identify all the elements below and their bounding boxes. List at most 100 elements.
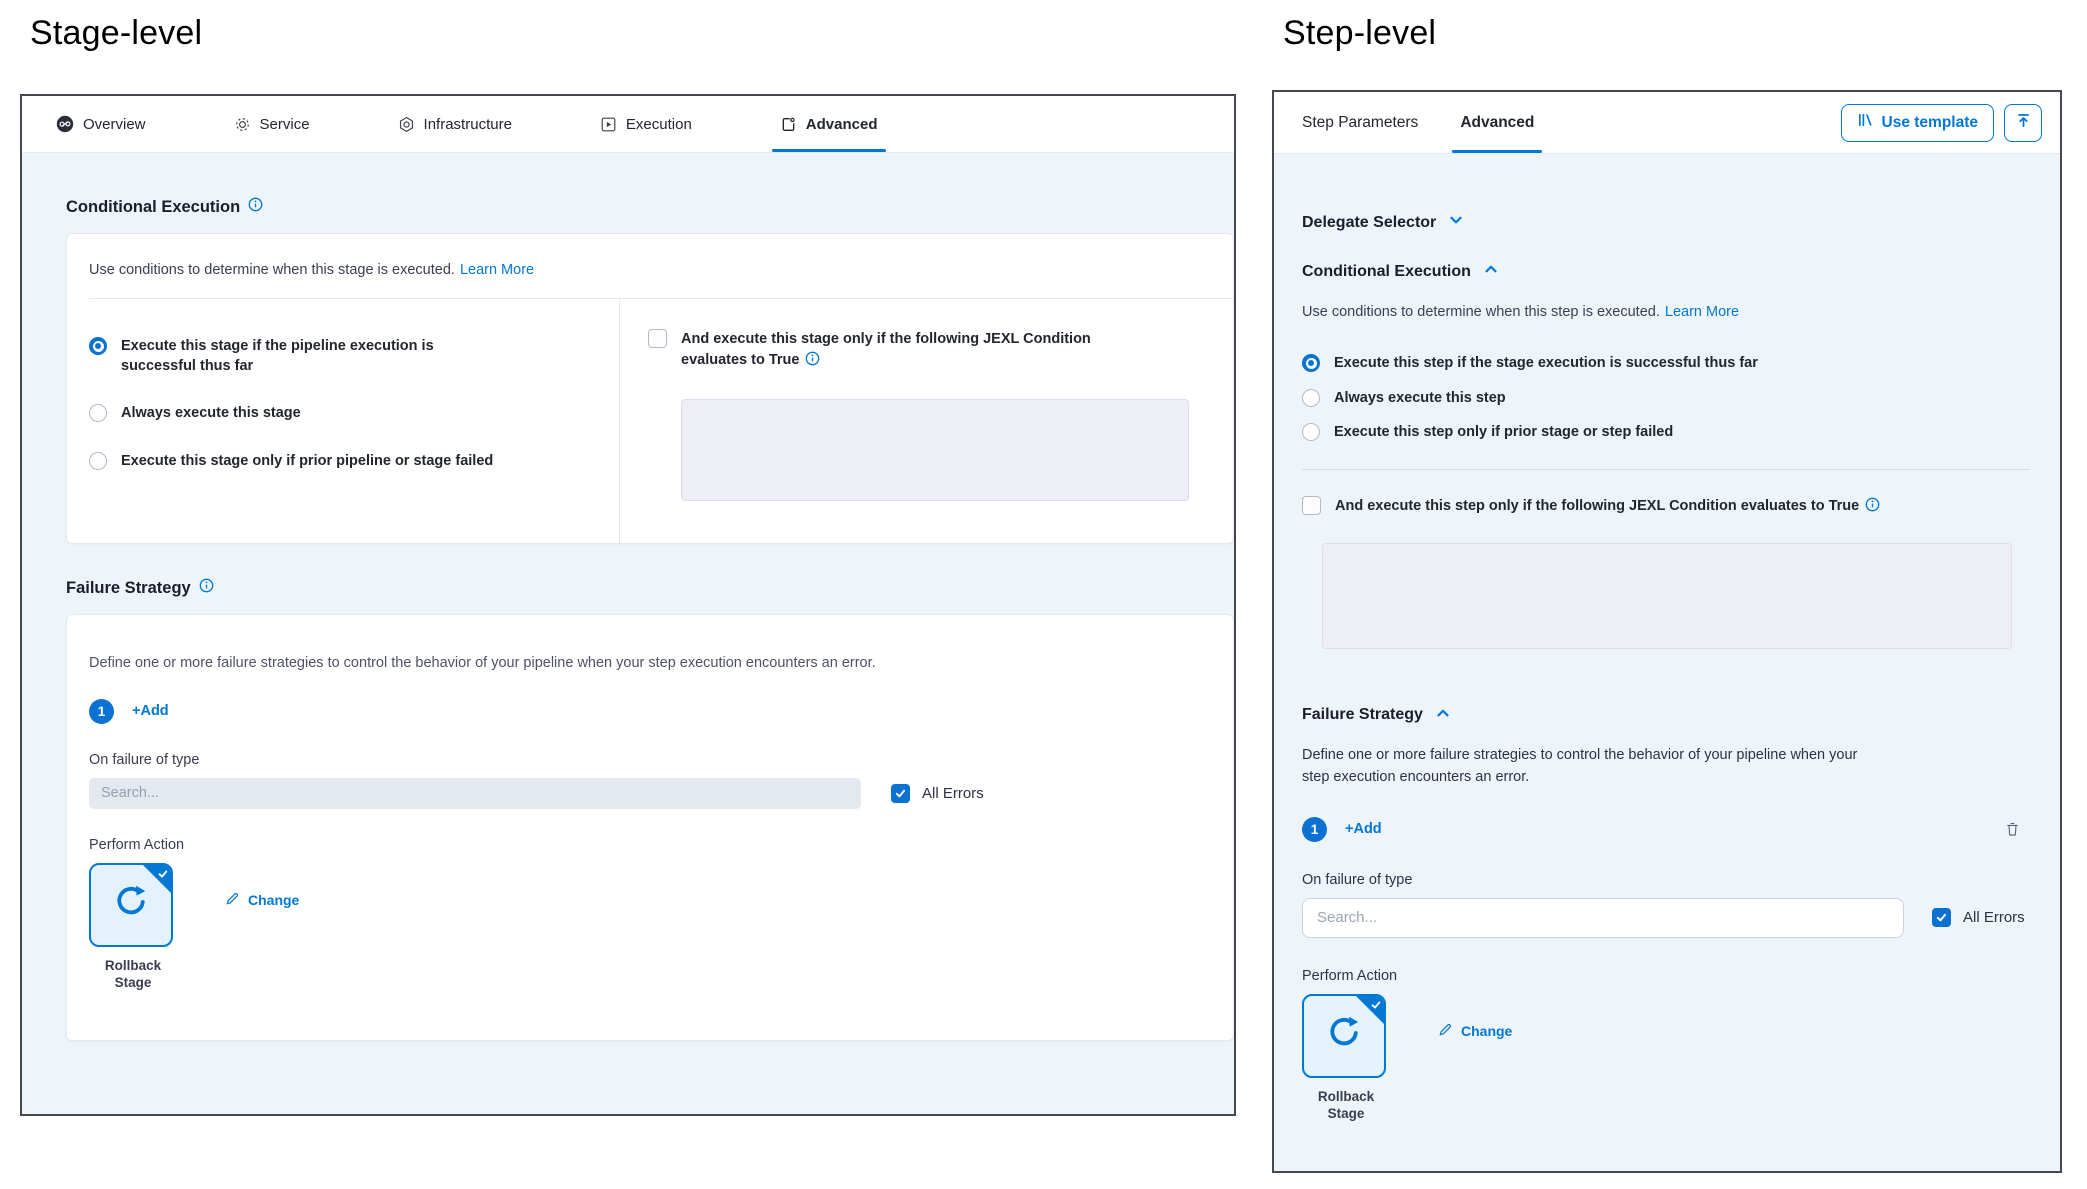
on-failure-label: On failure of type (1302, 872, 2030, 888)
tab-execution[interactable]: Execution (600, 96, 692, 152)
chevron-up-icon[interactable] (1483, 261, 1499, 282)
tab-label: Overview (83, 116, 146, 133)
overview-icon (56, 115, 74, 133)
pencil-icon (225, 891, 240, 909)
add-strategy-link[interactable]: +Add (132, 703, 169, 719)
radio-option-prior-failed[interactable]: Execute this step only if prior stage or… (1302, 423, 2030, 443)
radio-unselected[interactable] (1302, 389, 1320, 407)
selected-check-icon (157, 867, 169, 885)
info-icon[interactable] (805, 351, 820, 373)
jexl-condition-input[interactable] (681, 399, 1189, 501)
jexl-condition-checkbox-row[interactable]: And execute this step only if the follow… (1302, 496, 2030, 519)
all-errors-label[interactable]: All Errors (1963, 909, 2025, 926)
execution-condition-radio-group: Execute this step if the stage execution… (1302, 354, 2030, 443)
failure-strategy-heading: Failure Strategy (66, 578, 1190, 598)
tab-advanced[interactable]: Advanced (780, 96, 878, 152)
checkbox-checked[interactable] (1932, 908, 1951, 927)
radio-label[interactable]: Execute this stage only if prior pipelin… (121, 452, 493, 472)
checkbox-checked[interactable] (891, 784, 910, 803)
conditional-execution-description: Use conditions to determine when this st… (1302, 304, 1660, 320)
jexl-condition-input[interactable] (1322, 543, 2012, 649)
tab-infrastructure[interactable]: Infrastructure (398, 96, 512, 152)
canvas: Stage-level Step-level Overview Service (0, 0, 2087, 1189)
radio-selected[interactable] (1302, 354, 1320, 372)
tab-label: Advanced (1460, 114, 1534, 132)
execution-condition-radio-group: Execute this stage if the pipeline execu… (67, 299, 619, 543)
advanced-icon (780, 116, 797, 133)
trash-icon (2005, 821, 2020, 837)
all-errors-checkbox-row[interactable]: All Errors (891, 784, 984, 803)
radio-option-always-execute[interactable]: Always execute this stage (89, 404, 619, 424)
radio-selected[interactable] (89, 337, 107, 355)
infrastructure-icon (398, 116, 415, 133)
radio-label[interactable]: Execute this step if the stage execution… (1334, 354, 1758, 374)
add-strategy-link[interactable]: +Add (1345, 821, 1382, 837)
check-icon (894, 787, 907, 800)
jexl-condition-checkbox-row[interactable]: And execute this stage only if the follo… (648, 329, 1203, 373)
strategy-count-badge[interactable]: 1 (1302, 817, 1327, 842)
tab-overview[interactable]: Overview (56, 96, 146, 152)
stage-panel: Overview Service Infrastructure Executio… (20, 94, 1236, 1116)
step-level-title: Step-level (1283, 14, 1436, 53)
radio-label[interactable]: Execute this step only if prior stage or… (1334, 423, 1673, 443)
stage-panel-body: Conditional Execution Use conditions to … (22, 153, 1234, 1114)
failure-type-search-input[interactable] (1302, 898, 1904, 938)
radio-unselected[interactable] (1302, 423, 1320, 441)
radio-option-prior-failed[interactable]: Execute this stage only if prior pipelin… (89, 452, 619, 472)
failure-strategy-description: Define one or more failure strategies to… (89, 653, 1233, 675)
radio-label[interactable]: Always execute this step (1334, 389, 1506, 409)
learn-more-link[interactable]: Learn More (460, 262, 534, 278)
perform-action-label: Perform Action (1302, 968, 2030, 984)
radio-option-pipeline-successful[interactable]: Execute this stage if the pipeline execu… (89, 337, 619, 376)
tab-advanced[interactable]: Advanced (1460, 92, 1534, 153)
change-action-link[interactable]: Change (1438, 1022, 1512, 1040)
all-errors-checkbox-row[interactable]: All Errors (1932, 908, 2025, 927)
info-icon[interactable] (199, 578, 214, 598)
tab-service[interactable]: Service (234, 96, 310, 152)
conditional-execution-header[interactable]: Conditional Execution (1302, 261, 2030, 282)
rollback-stage-tile[interactable] (89, 863, 173, 947)
strategy-count-badge[interactable]: 1 (89, 699, 114, 724)
learn-more-link[interactable]: Learn More (1665, 304, 1739, 320)
delete-strategy-button[interactable] (2005, 821, 2020, 837)
failure-type-search-input[interactable] (89, 778, 861, 809)
rollback-icon (111, 882, 151, 927)
conditional-execution-heading: Conditional Execution (66, 197, 1190, 217)
radio-unselected[interactable] (89, 452, 107, 470)
radio-option-always-execute[interactable]: Always execute this step (1302, 389, 2030, 409)
failure-strategy-header[interactable]: Failure Strategy (1302, 705, 2030, 726)
step-tabbar: Step Parameters Advanced Use template (1274, 92, 2060, 154)
execution-icon (600, 116, 617, 133)
tab-label: Service (260, 116, 310, 133)
step-panel-body: Delegate Selector Conditional Execution … (1274, 154, 2060, 1171)
change-action-link[interactable]: Change (225, 891, 299, 909)
jexl-condition-label[interactable]: And execute this step only if the follow… (1335, 498, 1859, 514)
upload-button[interactable] (2004, 104, 2042, 142)
use-template-button[interactable]: Use template (1841, 104, 1994, 142)
delegate-selector-header[interactable]: Delegate Selector (1302, 212, 2030, 233)
failure-strategy-card: Define one or more failure strategies to… (66, 614, 1234, 1041)
gear-icon (234, 116, 251, 133)
rollback-stage-tile[interactable] (1302, 994, 1386, 1078)
radio-label[interactable]: Always execute this stage (121, 404, 301, 424)
radio-option-stage-successful[interactable]: Execute this step if the stage execution… (1302, 354, 2030, 374)
stage-level-title: Stage-level (30, 14, 202, 53)
chevron-up-icon[interactable] (1435, 705, 1451, 726)
tab-label: Execution (626, 116, 692, 133)
all-errors-label[interactable]: All Errors (922, 785, 984, 802)
perform-action-label: Perform Action (89, 837, 1233, 853)
checkbox-unchecked[interactable] (648, 329, 667, 348)
info-icon[interactable] (1865, 497, 1880, 519)
info-icon[interactable] (248, 197, 263, 217)
jexl-condition-block: And execute this stage only if the follo… (620, 299, 1233, 543)
tab-step-parameters[interactable]: Step Parameters (1302, 92, 1418, 153)
on-failure-label: On failure of type (89, 752, 1233, 768)
failure-strategy-description: Define one or more failure strategies to… (1302, 744, 1862, 789)
upload-icon (2015, 112, 2032, 134)
checkbox-unchecked[interactable] (1302, 496, 1321, 515)
tab-label: Advanced (806, 116, 878, 133)
radio-label[interactable]: Execute this stage if the pipeline execu… (121, 337, 441, 376)
jexl-condition-label[interactable]: And execute this stage only if the follo… (681, 331, 1091, 368)
radio-unselected[interactable] (89, 404, 107, 422)
chevron-down-icon[interactable] (1448, 212, 1464, 233)
